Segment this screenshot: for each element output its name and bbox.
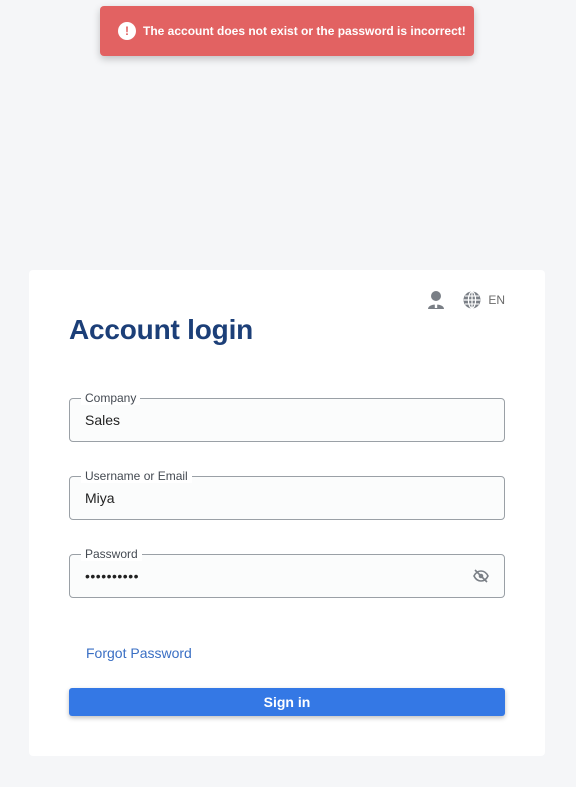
username-field[interactable]: Username or Email Miya [69,469,505,520]
company-field[interactable]: Company Sales [69,391,505,442]
page-title: Account login [69,314,254,345]
password-field[interactable]: Password •••••••••• [69,547,505,598]
login-page: ! The account does not exist or the pass… [0,0,576,787]
password-input[interactable]: •••••••••• [85,555,465,597]
error-message: The account does not exist or the passwo… [143,24,466,38]
eye-off-icon[interactable] [473,568,489,589]
company-input[interactable]: Sales [85,399,465,441]
globe-icon [463,291,481,309]
language-code: EN [488,293,505,307]
signin-button[interactable]: Sign in [69,688,505,716]
login-card: EN Account login Company Sales Username … [29,270,545,756]
error-toast: ! The account does not exist or the pass… [100,6,474,56]
forgot-password-link[interactable]: Forgot Password [86,645,192,661]
username-input[interactable]: Miya [85,477,465,519]
header-actions: EN [428,290,505,310]
exclamation-icon: ! [118,22,136,40]
user-icon[interactable] [428,290,445,310]
language-selector[interactable]: EN [463,291,505,309]
